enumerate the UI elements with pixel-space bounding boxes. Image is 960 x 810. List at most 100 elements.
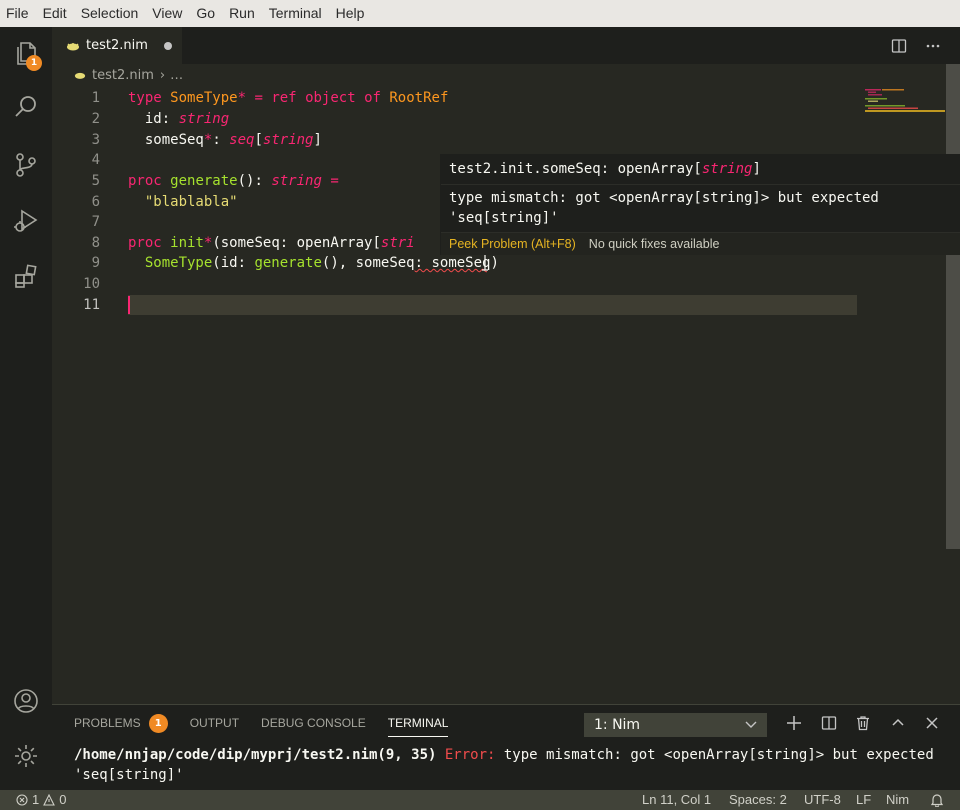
ibeam-cursor-icon bbox=[482, 253, 488, 271]
code-line-9: SomeType(id: generate(), someSeq: someSe… bbox=[144, 255, 499, 271]
tab-terminal[interactable]: TERMINAL bbox=[387, 705, 448, 741]
hover-widget: test2.init.someSeq: openArray[string] ty… bbox=[440, 154, 960, 255]
warning-icon bbox=[43, 794, 56, 806]
problems-count-badge: 1 bbox=[148, 713, 168, 733]
line-number: 9 bbox=[91, 255, 100, 271]
editor-tab-bar: test2.nim bbox=[52, 27, 960, 64]
code-line-5: proc generate(): string = bbox=[128, 173, 339, 189]
menu-go[interactable]: Go bbox=[189, 0, 222, 27]
menu-help[interactable]: Help bbox=[329, 0, 372, 27]
tab-problems[interactable]: PROBLEMS 1 bbox=[74, 705, 168, 741]
close-icon bbox=[926, 717, 938, 729]
terminal-select[interactable]: 1: Nim bbox=[584, 713, 767, 737]
hover-error-message: type mismatch: got <openArray[string]> b… bbox=[449, 190, 888, 226]
split-editor-icon bbox=[891, 39, 907, 53]
line-number: 8 bbox=[91, 235, 100, 251]
breadcrumb-file[interactable]: test2.nim bbox=[92, 68, 154, 83]
maximize-panel-button[interactable] bbox=[889, 714, 907, 732]
extensions-icon bbox=[15, 264, 37, 288]
tab-debug-console[interactable]: DEBUG CONSOLE bbox=[261, 705, 366, 741]
no-quick-fixes-label: No quick fixes available bbox=[588, 237, 720, 251]
breadcrumb-more[interactable]: … bbox=[170, 68, 183, 83]
split-editor-button[interactable] bbox=[889, 36, 909, 56]
current-line-highlight bbox=[128, 295, 857, 315]
error-icon bbox=[16, 794, 28, 806]
activity-bar: 1 bbox=[0, 27, 52, 790]
tab-label: test2.nim bbox=[86, 38, 148, 53]
notifications-button[interactable] bbox=[930, 793, 944, 810]
search-icon bbox=[15, 96, 36, 117]
editor-tab[interactable]: test2.nim bbox=[52, 27, 182, 64]
activity-run-debug[interactable] bbox=[0, 197, 52, 245]
menu-terminal[interactable]: Terminal bbox=[262, 0, 329, 27]
more-actions-button[interactable] bbox=[923, 36, 943, 56]
text-cursor bbox=[128, 296, 130, 314]
source-control-icon bbox=[16, 153, 36, 177]
line-number-active: 11 bbox=[83, 297, 100, 313]
explorer-badge: 1 bbox=[26, 55, 42, 71]
cursor-position[interactable]: Ln 11, Col 1 bbox=[642, 790, 711, 810]
menu-selection[interactable]: Selection bbox=[74, 0, 146, 27]
menu-bar: File Edit Selection View Go Run Terminal… bbox=[0, 0, 960, 27]
editor-scrollbar[interactable] bbox=[946, 64, 960, 549]
new-terminal-button[interactable] bbox=[785, 714, 803, 732]
chevron-up-icon bbox=[892, 718, 904, 726]
terminal-output[interactable]: /home/nnjap/code/dip/myprj/test2.nim(9, … bbox=[74, 745, 944, 785]
terminal-error-label: Error: bbox=[444, 747, 496, 763]
hover-status-bar: Peek Problem (Alt+F8) No quick fixes ava… bbox=[441, 232, 960, 255]
terminal-select-value: 1: Nim bbox=[594, 717, 641, 733]
error-count: 1 bbox=[32, 792, 40, 807]
activity-extensions[interactable] bbox=[0, 253, 52, 301]
unsaved-dot-icon[interactable] bbox=[163, 41, 172, 50]
menu-file[interactable]: File bbox=[0, 0, 36, 27]
tab-output[interactable]: OUTPUT bbox=[190, 705, 239, 741]
end-of-line[interactable]: LF bbox=[856, 790, 871, 810]
split-terminal-button[interactable] bbox=[820, 714, 838, 732]
line-number: 1 bbox=[91, 90, 100, 106]
line-number: 2 bbox=[91, 111, 100, 127]
menu-edit[interactable]: Edit bbox=[36, 0, 74, 27]
code-line-2: id: string bbox=[144, 111, 230, 127]
run-debug-icon bbox=[14, 209, 38, 232]
error-squiggle: : someSeq bbox=[414, 255, 491, 271]
hover-divider bbox=[441, 184, 960, 185]
kill-terminal-button[interactable] bbox=[854, 714, 872, 732]
activity-search[interactable] bbox=[0, 83, 52, 131]
breadcrumb: test2.nim › … bbox=[52, 64, 960, 86]
indentation[interactable]: Spaces: 2 bbox=[729, 790, 787, 810]
line-number: 10 bbox=[83, 276, 100, 292]
line-number: 3 bbox=[91, 132, 100, 148]
activity-accounts[interactable] bbox=[0, 677, 52, 725]
activity-source-control[interactable] bbox=[0, 141, 52, 189]
line-number: 5 bbox=[91, 173, 100, 189]
code-line-6: "blablabla" bbox=[144, 194, 238, 210]
status-bar: 1 0 Ln 11, Col 1 Spaces: 2 UTF-8 LF Nim bbox=[0, 790, 960, 810]
menu-view[interactable]: View bbox=[145, 0, 189, 27]
bell-icon bbox=[930, 794, 944, 808]
breadcrumb-separator-icon: › bbox=[159, 67, 166, 83]
close-panel-button[interactable] bbox=[923, 714, 941, 732]
terminal-error-path: /home/nnjap/code/dip/myprj/test2.nim(9, … bbox=[74, 747, 437, 763]
hover-signature: test2.init.someSeq: openArray[string] bbox=[449, 161, 761, 177]
panel-tabs: PROBLEMS 1 OUTPUT DEBUG CONSOLE TERMINAL bbox=[74, 705, 470, 741]
language-mode[interactable]: Nim bbox=[886, 790, 909, 810]
activity-manage[interactable] bbox=[0, 732, 52, 780]
minimap[interactable] bbox=[865, 89, 945, 113]
line-number: 4 bbox=[91, 152, 100, 168]
activity-explorer[interactable]: 1 bbox=[0, 29, 52, 77]
code-line-1: type SomeType* = ref object of RootRef bbox=[128, 90, 449, 106]
code-line-8: proc init*(someSeq: openArray[stri bbox=[128, 235, 415, 251]
problems-status[interactable]: 1 0 bbox=[16, 790, 70, 810]
trash-icon bbox=[857, 716, 869, 731]
ellipsis-icon bbox=[926, 44, 940, 48]
chevron-down-icon bbox=[745, 721, 757, 728]
gear-icon bbox=[15, 745, 37, 767]
encoding[interactable]: UTF-8 bbox=[804, 790, 841, 810]
peek-problem-link[interactable]: Peek Problem (Alt+F8) bbox=[449, 237, 576, 251]
nim-file-icon bbox=[67, 42, 79, 50]
line-number: 6 bbox=[91, 194, 100, 210]
warning-count: 0 bbox=[59, 792, 67, 807]
code-line-3: someSeq*: seq[string] bbox=[144, 132, 322, 148]
menu-run[interactable]: Run bbox=[222, 0, 262, 27]
line-number: 7 bbox=[91, 214, 100, 230]
